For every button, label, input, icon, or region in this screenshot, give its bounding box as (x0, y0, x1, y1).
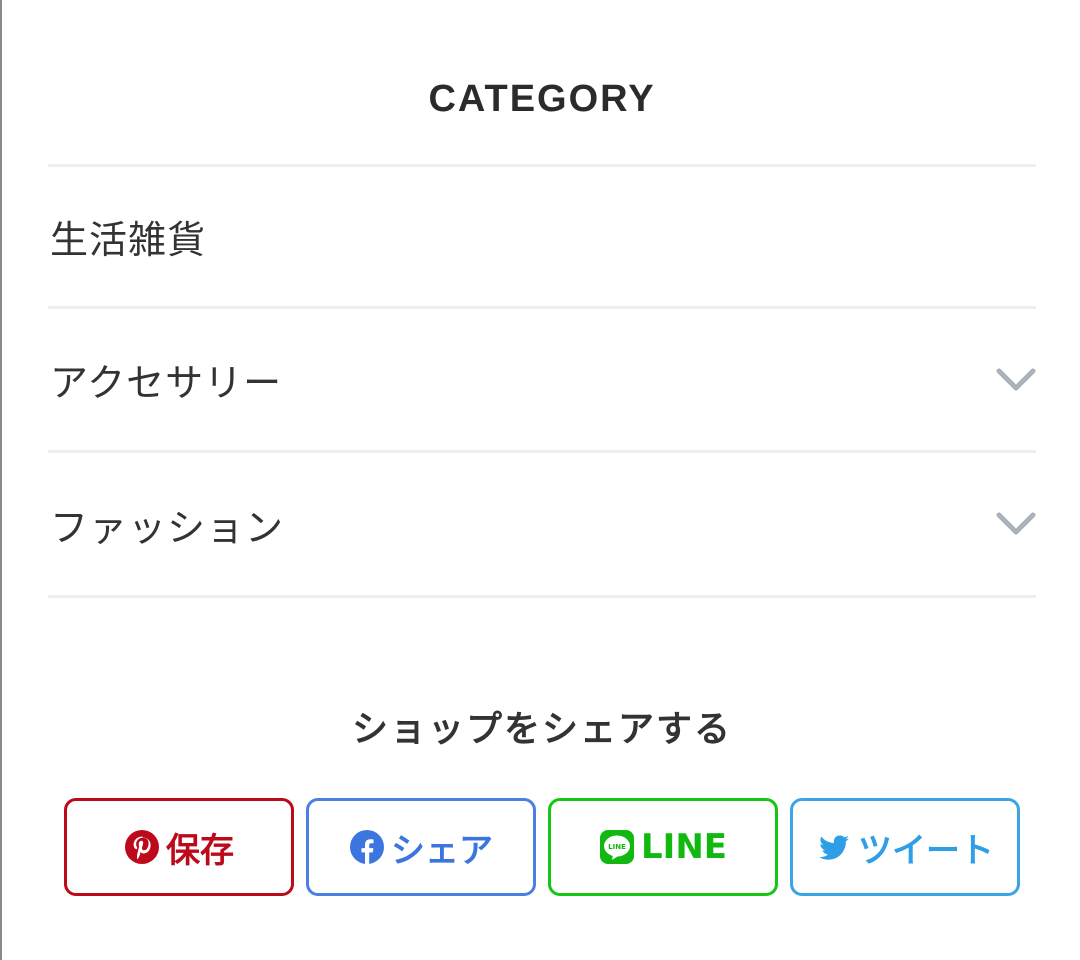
share-buttons: 保存 シェア LINE LINE ツイート (64, 798, 1020, 896)
twitter-tweet-label: ツイート (858, 830, 994, 871)
facebook-icon (350, 830, 384, 864)
category-item-label: ファッション (50, 505, 285, 550)
line-share-button[interactable]: LINE LINE (548, 798, 778, 896)
category-item-label: 生活雑貨 (50, 218, 207, 262)
page: CATEGORY 生活雑貨 アクセサリー ファッション ショップをシェアする 保… (0, 0, 1080, 960)
facebook-share-label: シェア (391, 830, 493, 871)
twitter-tweet-button[interactable]: ツイート (790, 798, 1020, 896)
line-icon-text: LINE (608, 843, 626, 851)
facebook-share-button[interactable]: シェア (306, 798, 536, 896)
category-item-zakka[interactable]: 生活雑貨 (48, 167, 1036, 309)
line-share-label: LINE (641, 827, 727, 867)
pinterest-save-button[interactable]: 保存 (64, 798, 294, 896)
chevron-down-icon[interactable] (996, 368, 1036, 392)
category-item-label: アクセサリー (50, 361, 283, 405)
category-item-fashion[interactable]: ファッション (48, 453, 1036, 598)
twitter-icon (819, 835, 849, 860)
category-title: CATEGORY (428, 78, 656, 120)
share-title: ショップをシェアする (351, 709, 732, 750)
pinterest-icon (125, 830, 159, 864)
category-list: 生活雑貨 アクセサリー ファッション (48, 164, 1036, 598)
line-icon: LINE (600, 830, 634, 864)
category-item-accessory[interactable]: アクセサリー (48, 309, 1036, 453)
chevron-down-icon[interactable] (996, 512, 1036, 536)
pinterest-save-label: 保存 (166, 830, 234, 871)
